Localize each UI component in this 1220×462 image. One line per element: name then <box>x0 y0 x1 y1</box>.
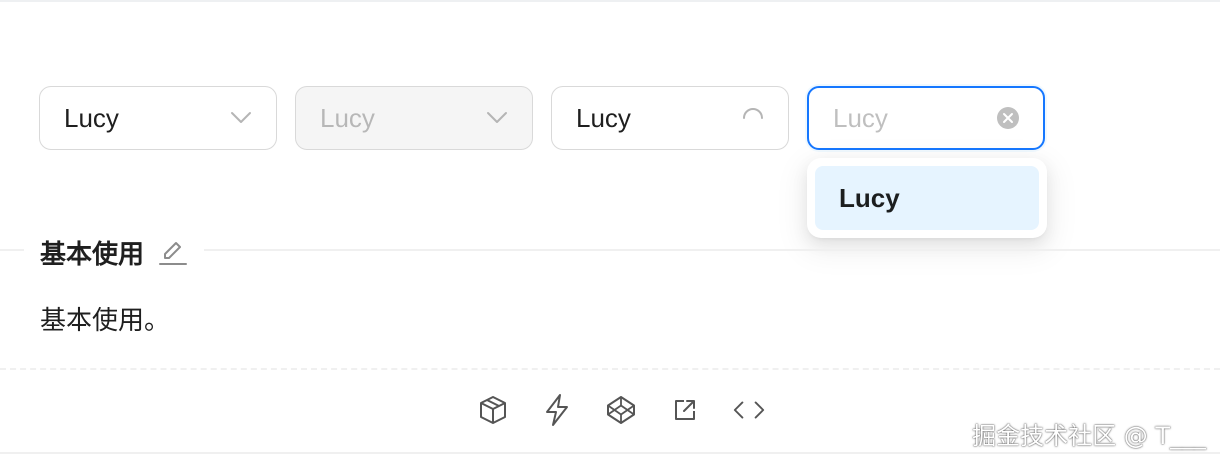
edit-pencil-icon[interactable] <box>158 237 188 267</box>
stackblitz-lightning-icon[interactable] <box>540 392 574 428</box>
code-brackets-icon[interactable] <box>732 392 766 428</box>
select-value: Lucy <box>576 102 631 133</box>
loading-spinner-icon <box>740 105 766 131</box>
select-value: Lucy <box>64 102 119 133</box>
codesandbox-icon[interactable] <box>476 392 510 428</box>
watermark-text: 掘金技术社区 @ T___ <box>972 422 1206 450</box>
external-link-icon[interactable] <box>668 392 702 428</box>
demo-page: Lucy Lucy Lucy Lucy Lucy 基本使用 基本使用。 掘金技术… <box>0 0 1220 462</box>
chevron-down-icon <box>228 105 254 131</box>
section-title: 基本使用 <box>40 238 145 269</box>
top-border <box>0 0 1220 2</box>
select-disabled: Lucy <box>295 86 533 150</box>
select-value: Lucy <box>320 102 375 133</box>
clear-circle-icon[interactable] <box>995 105 1021 131</box>
chevron-down-icon <box>484 105 510 131</box>
section-header: 基本使用 <box>24 230 205 274</box>
select-dropdown: Lucy <box>807 158 1047 238</box>
select-default[interactable]: Lucy <box>39 86 277 150</box>
section-description: 基本使用。 <box>40 305 171 335</box>
codepen-icon[interactable] <box>604 392 638 428</box>
select-loading[interactable]: Lucy <box>551 86 789 150</box>
code-actions-bar <box>476 392 766 428</box>
select-placeholder[interactable]: Lucy <box>833 103 995 134</box>
dropdown-option[interactable]: Lucy <box>815 166 1039 230</box>
select-open[interactable]: Lucy <box>807 86 1045 150</box>
dashed-separator <box>0 368 1220 370</box>
bottom-border <box>0 452 1220 454</box>
